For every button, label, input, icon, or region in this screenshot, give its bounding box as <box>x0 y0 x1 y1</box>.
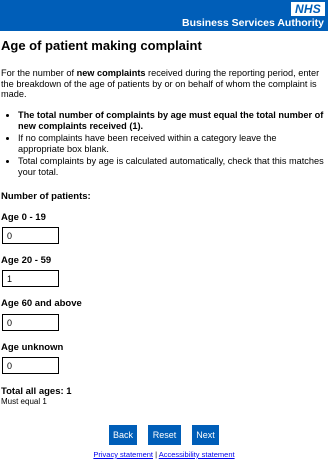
org-name: Business Services Authority <box>182 17 324 29</box>
age-0-19-label: Age 0 - 19 <box>1 212 46 223</box>
privacy-statement-link[interactable]: Privacy statement <box>93 450 153 459</box>
age-unknown-input[interactable] <box>2 357 59 374</box>
age-0-19-input[interactable] <box>2 227 59 244</box>
footer-links: Privacy statement | Accessibility statem… <box>0 450 328 460</box>
header-bar: NHS Business Services Authority <box>0 0 328 31</box>
next-button[interactable]: Next <box>192 425 219 445</box>
nhs-logo: NHS <box>291 2 325 16</box>
intro-text: For the number of new complaints receive… <box>1 68 326 100</box>
instruction-item: The total number of complaints by age mu… <box>18 110 324 131</box>
number-of-patients-label: Number of patients: <box>1 191 91 202</box>
back-button[interactable]: Back <box>109 425 137 445</box>
age-20-59-input[interactable] <box>2 270 59 287</box>
age-unknown-label: Age unknown <box>1 342 64 353</box>
age-60-above-label: Age 60 and above <box>1 298 82 309</box>
footer-separator: | <box>155 450 158 459</box>
intro-bold: new complaints <box>76 68 146 78</box>
intro-before: For the number of <box>1 68 77 78</box>
age-60-above-input[interactable] <box>2 314 59 331</box>
accessibility-statement-link[interactable]: Accessibility statement <box>159 450 235 459</box>
must-equal-text: Must equal 1 <box>1 397 47 406</box>
reset-button[interactable]: Reset <box>148 425 181 445</box>
instruction-item: If no complaints have been received with… <box>18 133 324 154</box>
instruction-item: Total complaints by age is calculated au… <box>18 156 324 177</box>
page-title: Age of patient making complaint <box>1 38 202 53</box>
instructions-list: The total number of complaints by age mu… <box>18 110 324 179</box>
age-20-59-label: Age 20 - 59 <box>1 255 52 266</box>
